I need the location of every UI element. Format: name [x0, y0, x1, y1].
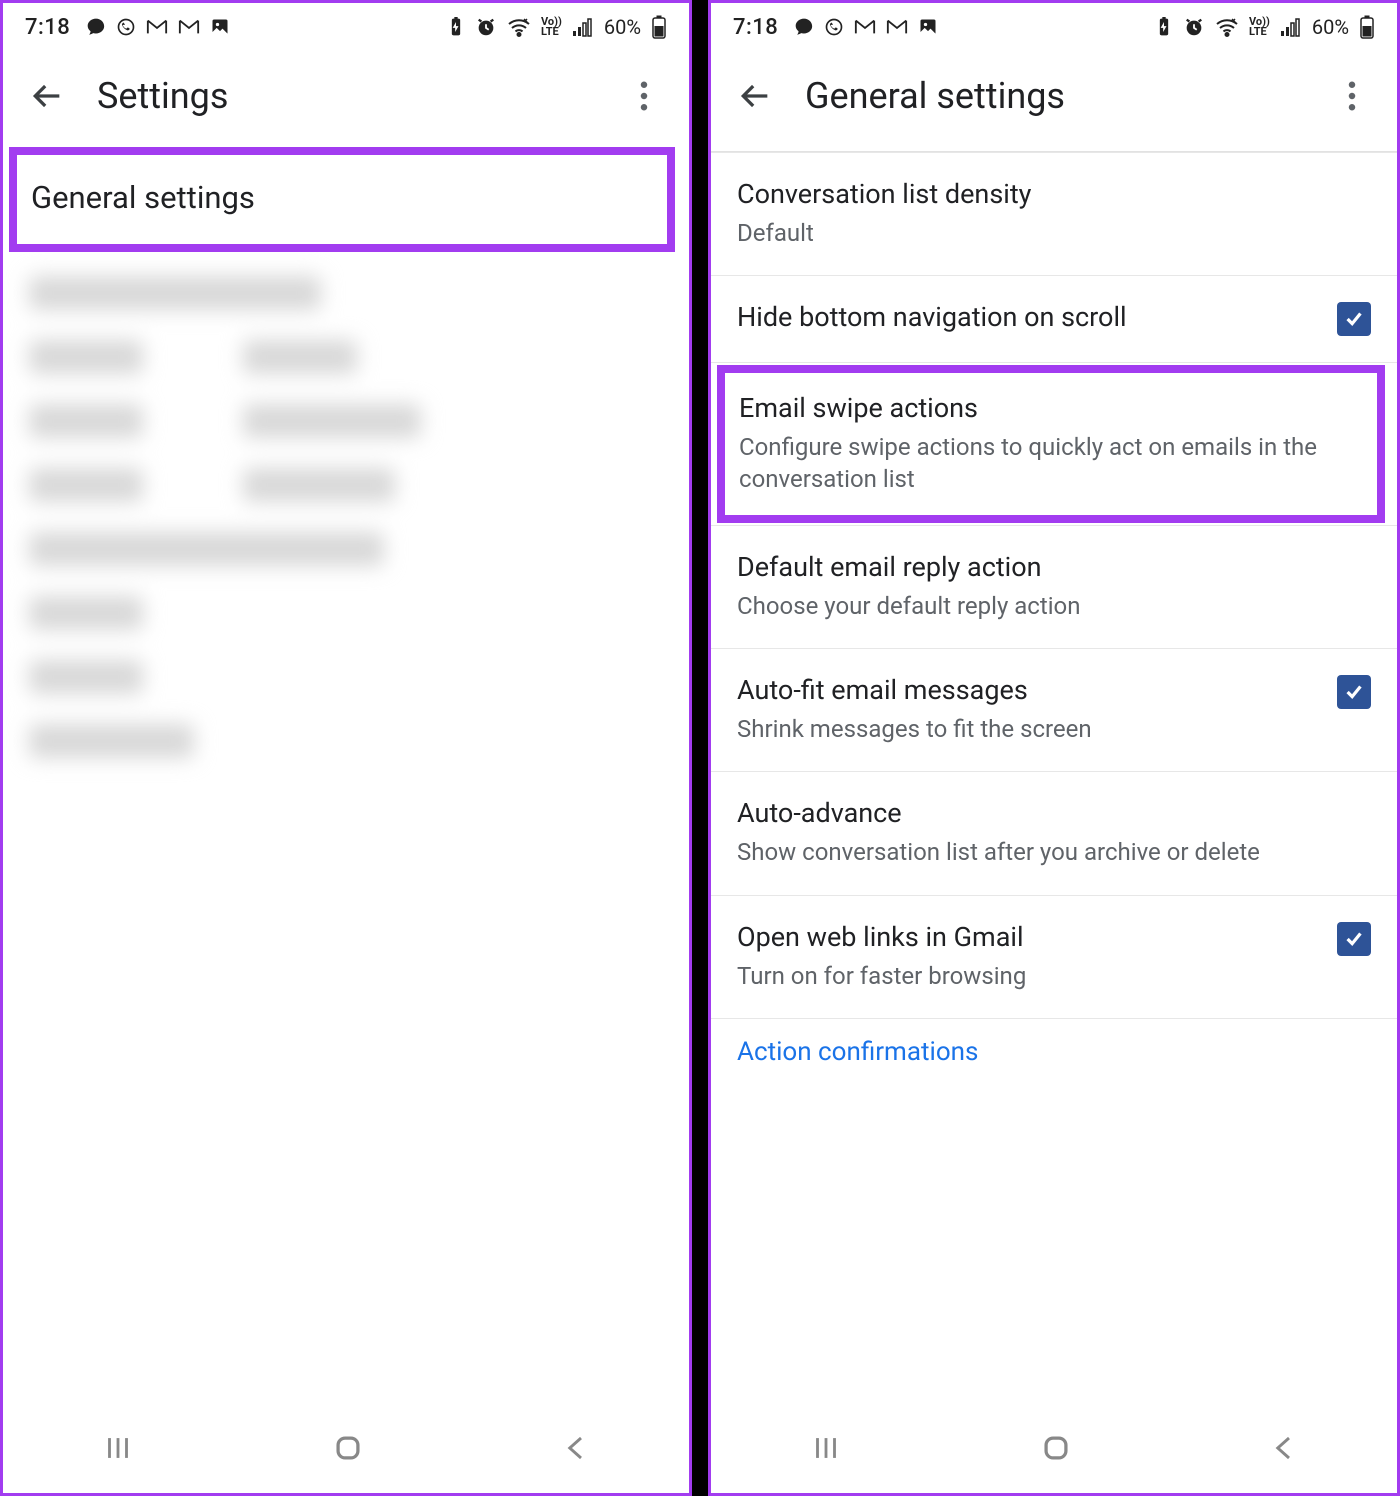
row-auto-advance[interactable]: Auto-advance Show conversation list afte… [711, 771, 1397, 894]
recents-button[interactable] [101, 1431, 135, 1469]
row-subtitle: Default [737, 218, 1371, 249]
row-title: Conversation list density [737, 177, 1371, 212]
screenshot-divider [692, 0, 708, 1496]
gallery-icon [210, 17, 230, 37]
home-button[interactable] [1039, 1431, 1073, 1469]
chat-icon [86, 17, 106, 37]
checkbox-autofit[interactable] [1337, 675, 1371, 709]
highlight-general-settings: General settings [9, 147, 675, 252]
back-nav-button[interactable] [1269, 1431, 1299, 1469]
highlight-email-swipe: Email swipe actions Configure swipe acti… [717, 365, 1385, 522]
row-subtitle: Show conversation list after you archive… [737, 837, 1371, 868]
more-button[interactable] [623, 81, 665, 111]
row-conversation-density[interactable]: Conversation list density Default [711, 152, 1397, 275]
back-nav-button[interactable] [561, 1431, 591, 1469]
app-header: Settings [3, 51, 689, 141]
row-title: Email swipe actions [739, 391, 1357, 426]
status-bar: 7:18 Vo))LTE 60% [711, 3, 1397, 51]
volte-icon: Vo))LTE [1249, 17, 1270, 37]
wifi-icon [1215, 17, 1239, 37]
page-title: Settings [97, 75, 595, 117]
row-hide-bottom-nav[interactable]: Hide bottom navigation on scroll [711, 275, 1397, 362]
blurred-content [3, 262, 689, 772]
back-button[interactable] [735, 79, 777, 113]
row-autofit-messages[interactable]: Auto-fit email messages Shrink messages … [711, 648, 1397, 771]
row-title: Default email reply action [737, 550, 1371, 585]
status-time: 7:18 [733, 15, 778, 40]
list-item-general-settings[interactable]: General settings [31, 179, 647, 216]
battery-icon [1359, 15, 1375, 39]
row-email-swipe-actions[interactable]: Email swipe actions Configure swipe acti… [725, 373, 1377, 514]
more-button[interactable] [1331, 81, 1373, 111]
battery-percent: 60% [604, 15, 641, 39]
gmail-m-icon [854, 17, 876, 37]
battery-icon [651, 15, 667, 39]
signal-icon [572, 17, 594, 37]
checkbox-weblinks[interactable] [1337, 922, 1371, 956]
row-title: Open web links in Gmail [737, 920, 1317, 955]
checkbox-hide-nav[interactable] [1337, 302, 1371, 336]
recents-button[interactable] [809, 1431, 843, 1469]
chat-icon [794, 17, 814, 37]
row-title: Auto-fit email messages [737, 673, 1317, 708]
row-subtitle: Turn on for faster browsing [737, 961, 1317, 992]
row-default-reply-action[interactable]: Default email reply action Choose your d… [711, 525, 1397, 648]
android-nav-bar [711, 1415, 1397, 1485]
phone-screenshot-left: 7:18 Vo))LTE 60% Settings General settin… [0, 0, 692, 1496]
row-subtitle: Shrink messages to fit the screen [737, 714, 1317, 745]
page-title: General settings [805, 75, 1303, 117]
home-button[interactable] [331, 1431, 365, 1469]
battery-saver-icon [447, 17, 465, 37]
volte-icon: Vo))LTE [541, 17, 562, 37]
row-title: Auto-advance [737, 796, 1371, 831]
signal-icon [1280, 17, 1302, 37]
gmail-m-icon [146, 17, 168, 37]
section-action-confirmations: Action confirmations [711, 1019, 1397, 1067]
row-title: Hide bottom navigation on scroll [737, 300, 1317, 335]
battery-percent: 60% [1312, 15, 1349, 39]
android-nav-bar [3, 1415, 689, 1485]
gallery-icon [918, 17, 938, 37]
row-subtitle: Configure swipe actions to quickly act o… [739, 432, 1357, 494]
battery-saver-icon [1155, 17, 1173, 37]
row-subtitle: Choose your default reply action [737, 591, 1371, 622]
app-header: General settings [711, 51, 1397, 141]
gmail-m-icon [886, 17, 908, 37]
wifi-icon [507, 17, 531, 37]
gmail-m-icon [178, 17, 200, 37]
alarm-icon [1183, 16, 1205, 38]
row-open-web-links[interactable]: Open web links in Gmail Turn on for fast… [711, 895, 1397, 1018]
back-button[interactable] [27, 79, 69, 113]
status-time: 7:18 [25, 15, 70, 40]
alarm-icon [475, 16, 497, 38]
phone-screenshot-right: 7:18 Vo))LTE 60% General settings [708, 0, 1400, 1496]
status-bar: 7:18 Vo))LTE 60% [3, 3, 689, 51]
whatsapp-icon [824, 17, 844, 37]
whatsapp-icon [116, 17, 136, 37]
